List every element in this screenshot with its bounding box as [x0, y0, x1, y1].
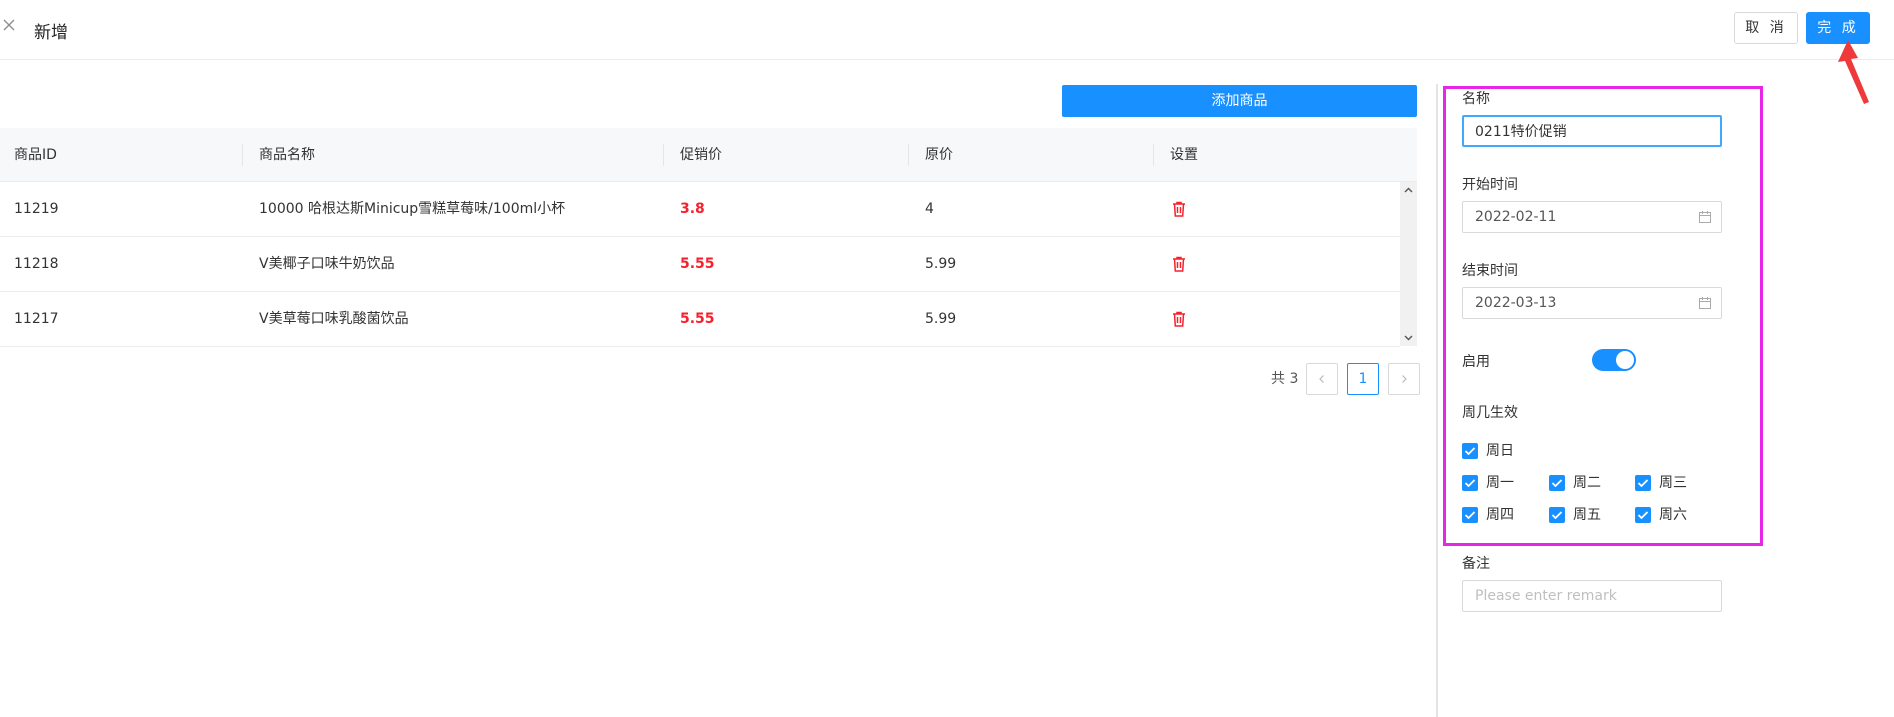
cell-product-id: 11218 — [14, 256, 59, 272]
cell-original-price: 5.99 — [925, 256, 957, 272]
checkbox-label: 周六 — [1659, 507, 1687, 523]
table-row: 11218 V美椰子口味牛奶饮品 5.55 5.99 — [0, 237, 1400, 292]
weekday-label: 周几生效 — [1462, 405, 1518, 421]
cell-promo-price: 3.8 — [680, 201, 705, 217]
cell-product-name: V美草莓口味乳酸菌饮品 — [259, 311, 409, 327]
column-divider — [663, 144, 664, 166]
name-label: 名称 — [1462, 91, 1490, 107]
switch-knob — [1616, 351, 1634, 369]
scroll-up-icon[interactable] — [1404, 186, 1413, 195]
table-row: 11217 V美草莓口味乳酸菌饮品 5.55 5.99 — [0, 292, 1400, 347]
check-icon — [1635, 475, 1651, 491]
product-table: 商品ID 商品名称 促销价 原价 设置 11219 10000 哈根达斯Mini… — [0, 128, 1417, 347]
checkbox-label: 周日 — [1486, 443, 1514, 459]
page-1-button[interactable]: 1 — [1347, 363, 1379, 395]
table-header: 商品ID 商品名称 促销价 原价 设置 — [0, 128, 1417, 182]
calendar-icon — [1699, 211, 1711, 223]
cell-product-id: 11219 — [14, 201, 59, 217]
cancel-button[interactable]: 取 消 — [1734, 12, 1798, 44]
column-header-id: 商品ID — [14, 147, 57, 163]
annotation-arrow-icon — [1838, 40, 1869, 104]
end-date-picker[interactable]: 2022-03-13 — [1462, 287, 1722, 319]
checkbox-label: 周三 — [1659, 475, 1687, 491]
check-icon — [1462, 475, 1478, 491]
cell-promo-price: 5.55 — [680, 256, 715, 272]
next-page-button[interactable] — [1388, 363, 1420, 395]
total-count: 共 3 — [1271, 371, 1299, 387]
calendar-icon — [1699, 297, 1711, 309]
column-header-name: 商品名称 — [259, 147, 315, 163]
checkbox-label: 周二 — [1573, 475, 1601, 491]
check-icon — [1549, 475, 1565, 491]
enable-switch[interactable] — [1592, 349, 1636, 371]
trash-icon[interactable] — [1172, 201, 1186, 217]
page-title: 新增 — [34, 23, 68, 43]
cell-product-name: V美椰子口味牛奶饮品 — [259, 256, 395, 272]
checkbox-label: 周一 — [1486, 475, 1514, 491]
cell-product-id: 11217 — [14, 311, 59, 327]
check-icon — [1462, 507, 1478, 523]
cell-original-price: 4 — [925, 201, 934, 217]
panel-divider — [1436, 84, 1438, 717]
table-body: 11219 10000 哈根达斯Minicup雪糕草莓味/100ml小杯 3.8… — [0, 182, 1417, 347]
table-row: 11219 10000 哈根达斯Minicup雪糕草莓味/100ml小杯 3.8… — [0, 182, 1400, 237]
column-divider — [242, 144, 243, 166]
name-input[interactable] — [1462, 115, 1722, 147]
start-date-value: 2022-02-11 — [1475, 209, 1557, 225]
add-product-button[interactable]: 添加商品 — [1062, 85, 1417, 117]
cell-original-price: 5.99 — [925, 311, 957, 327]
table-scrollbar[interactable] — [1400, 182, 1417, 346]
check-icon — [1635, 507, 1651, 523]
cell-product-name: 10000 哈根达斯Minicup雪糕草莓味/100ml小杯 — [259, 201, 566, 217]
check-icon — [1549, 507, 1565, 523]
dialog-header: 新增 取 消 完 成 — [0, 0, 1894, 60]
scroll-down-icon[interactable] — [1404, 333, 1413, 342]
checkbox-label: 周五 — [1573, 507, 1601, 523]
start-date-picker[interactable]: 2022-02-11 — [1462, 201, 1722, 233]
start-time-label: 开始时间 — [1462, 177, 1518, 193]
check-icon — [1462, 443, 1478, 459]
column-divider — [908, 144, 909, 166]
close-icon[interactable] — [2, 18, 18, 34]
end-time-label: 结束时间 — [1462, 263, 1518, 279]
cell-promo-price: 5.55 — [680, 311, 715, 327]
trash-icon[interactable] — [1172, 311, 1186, 327]
column-header-original-price: 原价 — [925, 147, 953, 163]
column-divider — [1153, 144, 1154, 166]
remark-label: 备注 — [1462, 556, 1490, 572]
checkbox-label: 周四 — [1486, 507, 1514, 523]
prev-page-button[interactable] — [1306, 363, 1338, 395]
enable-label: 启用 — [1462, 354, 1490, 370]
column-header-promo-price: 促销价 — [680, 147, 722, 163]
end-date-value: 2022-03-13 — [1475, 295, 1557, 311]
remark-input[interactable] — [1462, 580, 1722, 612]
column-header-settings: 设置 — [1170, 147, 1198, 163]
trash-icon[interactable] — [1172, 256, 1186, 272]
